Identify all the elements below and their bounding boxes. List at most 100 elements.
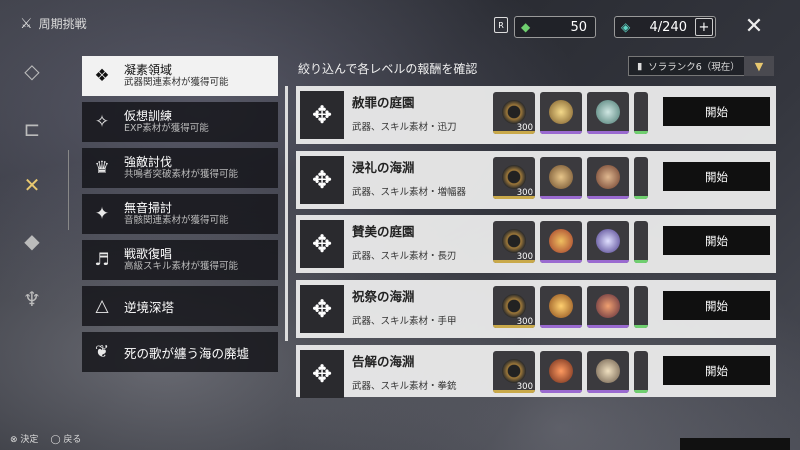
reward-item[interactable]	[587, 351, 629, 393]
scrollbar[interactable]	[285, 86, 288, 341]
category-icon: ❦	[94, 342, 110, 362]
category-item-gyakkyo[interactable]: △ 逆境深塔	[82, 286, 278, 326]
rarity-bar	[587, 390, 629, 393]
reward-item[interactable]: 300	[493, 221, 535, 263]
lock-icon: R	[494, 17, 508, 33]
resource-counter-b[interactable]: ◈ 4/240 +	[614, 16, 716, 38]
category-item-senka[interactable]: ♬ 戦歌復唱 高級スキル素材が獲得可能	[82, 240, 278, 280]
category-subtitle: 武器関連素材が獲得可能	[124, 77, 229, 88]
diamond-icon[interactable]: ◇	[17, 56, 47, 86]
rarity-bar	[587, 325, 629, 328]
close-icon[interactable]: ✕	[742, 14, 766, 39]
reward-item[interactable]	[587, 157, 629, 199]
rarity-bar	[634, 196, 648, 199]
rank-select[interactable]: ▮ ソラランク6（現在）	[628, 56, 746, 76]
reward-item[interactable]	[540, 286, 582, 328]
row-title: 祝祭の海淵	[352, 289, 415, 304]
footer-bar	[680, 438, 790, 450]
coin-icon	[502, 229, 526, 253]
start-button[interactable]: 開始	[663, 97, 770, 126]
coin-icon	[502, 100, 526, 124]
category-icon: ✧	[94, 112, 110, 132]
resource-b-value: 4/240	[649, 19, 687, 35]
reward-item[interactable]	[587, 221, 629, 263]
rarity-bar	[493, 260, 535, 263]
rarity-bar	[493, 325, 535, 328]
category-title: 死の歌が纏う海の廃墟	[124, 345, 250, 361]
reward-item[interactable]: 300	[493, 286, 535, 328]
crossed-swords-icon: ⚔	[20, 15, 33, 32]
material-icon	[549, 100, 573, 124]
list-item: ✥ 祝祭の海淵 武器、スキル素材・手甲 300 開始	[296, 280, 776, 338]
material-icon	[596, 229, 620, 253]
material-icon	[596, 100, 620, 124]
rarity-bar	[634, 131, 648, 134]
reward-item[interactable]	[634, 286, 648, 328]
add-resource-button[interactable]: +	[695, 18, 713, 36]
back-hint: ◯ 戻る	[50, 432, 81, 445]
crossed-swords-icon[interactable]: ✕	[17, 170, 47, 200]
reward-item[interactable]	[540, 351, 582, 393]
list-item: ✥ 告解の海淵 武器、スキル素材・拳銃 300 開始	[296, 345, 776, 398]
row-title: 告解の海淵	[352, 354, 415, 369]
start-button[interactable]: 開始	[663, 162, 770, 191]
reward-item[interactable]	[634, 157, 648, 199]
category-subtitle: 高級スキル素材が獲得可能	[124, 261, 239, 272]
back-label: 戻る	[63, 435, 82, 445]
row-title: 賛美の庭園	[352, 224, 415, 239]
chevron-down-icon[interactable]: ▼	[744, 56, 774, 76]
start-button[interactable]: 開始	[663, 226, 770, 255]
category-title: 強敵討伐	[124, 155, 173, 169]
rarity-bar	[540, 131, 582, 134]
material-icon	[549, 359, 573, 383]
rarity-bar	[634, 260, 648, 263]
reward-item[interactable]: 300	[493, 157, 535, 199]
row-subtitle: 武器、スキル素材・手甲	[352, 316, 457, 327]
category-item-gyoso[interactable]: ❖ 凝素領域 武器関連素材が獲得可能	[82, 56, 278, 96]
material-icon	[549, 165, 573, 189]
category-title: 戦歌復唱	[124, 247, 173, 261]
category-icon: △	[95, 296, 109, 316]
category-icon: ♬	[94, 250, 110, 270]
reward-item[interactable]	[540, 221, 582, 263]
row-title: 赦罪の庭園	[352, 95, 415, 110]
rarity-bar	[493, 196, 535, 199]
category-subtitle: EXP素材が獲得可能	[124, 123, 209, 134]
mask-icon[interactable]: ◆	[17, 226, 47, 256]
rank-select-value: ソラランク6（現在）	[648, 62, 740, 73]
category-icon: ❖	[94, 66, 110, 86]
reward-item[interactable]: 300	[493, 92, 535, 134]
category-item-kaso[interactable]: ✧ 仮想訓練 EXP素材が獲得可能	[82, 102, 278, 142]
gem-icon: ◆	[521, 20, 531, 34]
reward-item[interactable]	[634, 221, 648, 263]
category-item-muon[interactable]: ✦ 無音掃討 音骸関連素材が獲得可能	[82, 194, 278, 234]
category-icon: ✦	[94, 204, 110, 224]
category-item-haikyo[interactable]: ❦ 死の歌が纏う海の廃墟	[82, 332, 278, 372]
confirm-label: 決定	[20, 435, 39, 445]
start-button[interactable]: 開始	[663, 356, 770, 385]
domain-emblem-icon: ✥	[300, 285, 344, 333]
coin-icon	[502, 359, 526, 383]
rarity-bar	[493, 131, 535, 134]
reward-item[interactable]	[587, 286, 629, 328]
domain-emblem-icon: ✥	[300, 220, 344, 268]
start-button[interactable]: 開始	[663, 291, 770, 320]
coin-icon	[502, 165, 526, 189]
reward-item[interactable]: 300	[493, 351, 535, 393]
category-item-kyoteki[interactable]: ♛ 強敵討伐 共鳴者突破素材が獲得可能	[82, 148, 278, 188]
reward-item[interactable]	[634, 351, 648, 393]
reward-item[interactable]	[634, 92, 648, 134]
controls-hint: ⊗ 決定 ◯ 戻る	[10, 432, 81, 445]
door-icon[interactable]: ⊏	[17, 114, 47, 144]
domain-emblem-icon: ✥	[300, 156, 344, 204]
reward-item[interactable]	[540, 92, 582, 134]
row-title: 浸礼の海淵	[352, 160, 415, 175]
reward-item[interactable]	[587, 92, 629, 134]
resource-counter-a[interactable]: ◆ 50	[514, 16, 596, 38]
category-icon: ♛	[94, 158, 110, 178]
demon-icon[interactable]: ♆	[17, 284, 47, 314]
category-title: 無音掃討	[124, 201, 173, 215]
material-icon	[549, 229, 573, 253]
reward-item[interactable]	[540, 157, 582, 199]
rarity-bar	[634, 325, 648, 328]
